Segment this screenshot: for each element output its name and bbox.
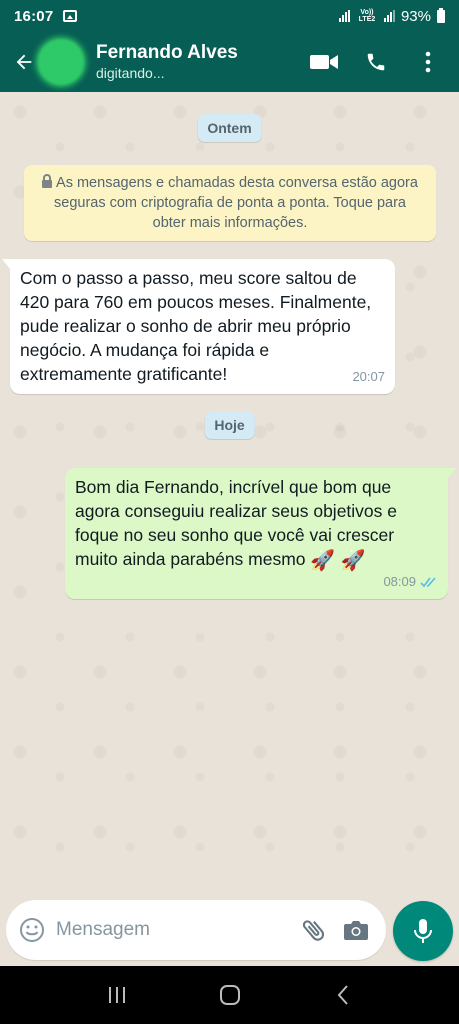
phone-icon — [367, 53, 385, 71]
status-bar: 16:07 Vo)) LTE2 93% — [0, 0, 459, 32]
recent-apps-button[interactable] — [92, 975, 142, 1015]
emoji-icon — [20, 918, 44, 942]
home-button[interactable] — [205, 975, 255, 1015]
date-chip-yesterday: Ontem — [197, 114, 262, 142]
message-input[interactable] — [56, 910, 296, 950]
rocket-emoji: 🚀 🚀 — [310, 550, 366, 572]
status-time: 16:07 — [14, 7, 54, 25]
contact-name: Fernando Alves — [96, 42, 238, 63]
paperclip-icon — [302, 920, 325, 941]
contact-info[interactable]: Fernando Alves digitando... — [96, 42, 238, 82]
chevron-left-icon — [337, 985, 348, 1005]
date-chip-today: Hoje — [204, 411, 255, 439]
recent-apps-icon — [108, 987, 125, 1003]
outgoing-message[interactable]: Bom dia Fernando, incrível que bom que a… — [65, 468, 456, 599]
status-right: Vo)) LTE2 93% — [338, 7, 445, 25]
encryption-text: As mensagens e chamadas desta conversa e… — [54, 175, 418, 231]
outgoing-message-time: 08:09 — [383, 574, 416, 589]
video-camera-icon — [310, 55, 338, 69]
attach-button[interactable] — [296, 912, 332, 948]
more-vertical-icon — [425, 51, 431, 73]
camera-button[interactable] — [338, 912, 374, 948]
microphone-icon — [414, 919, 432, 943]
chat-area[interactable]: Ontem As mensagens e chamadas desta conv… — [0, 92, 459, 966]
more-options-button[interactable] — [411, 45, 445, 79]
gallery-notification-icon — [63, 10, 78, 22]
system-nav-bar — [0, 966, 459, 1024]
outgoing-message-meta: 08:09 — [75, 573, 438, 591]
outgoing-message-text: Bom dia Fernando, incrível que bom que a… — [75, 475, 438, 571]
arrow-left-icon — [16, 54, 32, 70]
lock-icon — [42, 174, 53, 188]
header-actions — [307, 45, 445, 79]
back-nav-button[interactable] — [318, 975, 368, 1015]
chat-header: Fernando Alves digitando... — [0, 32, 459, 92]
incoming-message-time: 20:07 — [352, 369, 385, 384]
emoji-button[interactable] — [18, 916, 46, 944]
signal-icon — [338, 10, 350, 22]
encryption-notice[interactable]: As mensagens e chamadas desta conversa e… — [24, 165, 436, 241]
signal-icon-2 — [383, 10, 395, 22]
battery-percent: 93% — [400, 7, 431, 25]
contact-avatar[interactable] — [38, 39, 84, 85]
network-label: Vo)) LTE2 — [358, 9, 376, 23]
message-composer — [6, 900, 386, 960]
battery-icon — [437, 7, 445, 23]
double-check-icon — [420, 576, 436, 587]
incoming-message[interactable]: Com o passo a passo, meu score saltou de… — [2, 259, 395, 394]
voice-call-button[interactable] — [359, 45, 393, 79]
camera-icon — [344, 921, 368, 940]
contact-status: digitando... — [96, 65, 165, 81]
mic-button[interactable] — [393, 901, 453, 961]
video-call-button[interactable] — [307, 45, 341, 79]
home-icon — [219, 985, 240, 1005]
